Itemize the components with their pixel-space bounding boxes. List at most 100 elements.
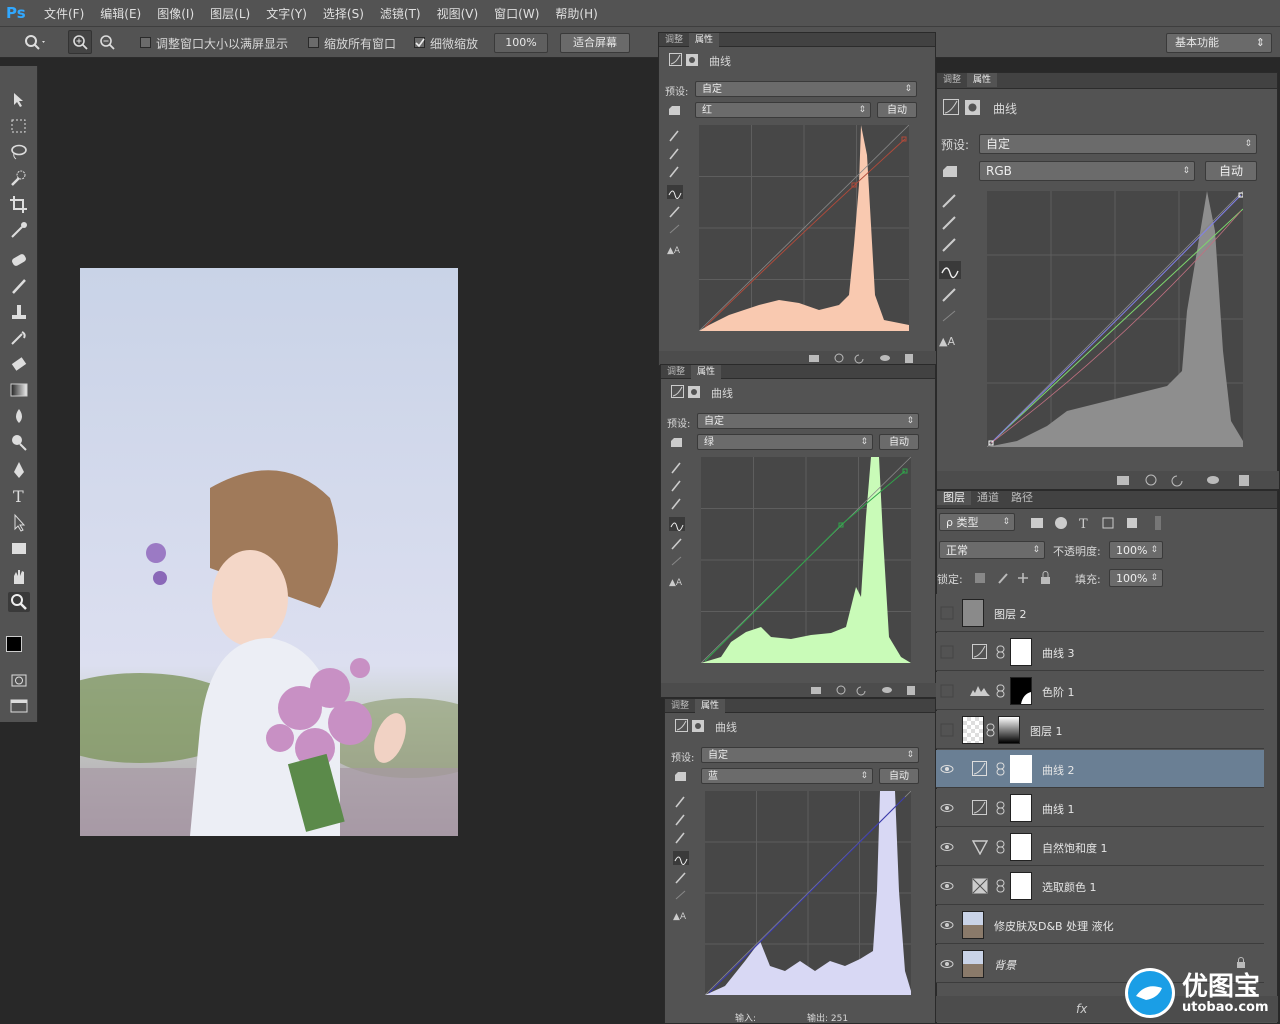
- foreground-color-swatch[interactable]: [6, 636, 22, 652]
- document-canvas[interactable]: [80, 268, 458, 836]
- auto-button[interactable]: 自动: [879, 434, 919, 450]
- eye-icon[interactable]: [940, 801, 954, 815]
- eyedropper-tool-icon[interactable]: [8, 220, 30, 240]
- menu-layer[interactable]: 图层(L): [202, 5, 258, 22]
- tab-properties[interactable]: 属性: [967, 73, 998, 87]
- fit-screen-button[interactable]: 适合屏幕: [560, 33, 630, 53]
- chain-link-icon[interactable]: [996, 840, 1006, 857]
- layer-row[interactable]: 自然饱和度 1: [936, 828, 1264, 866]
- menu-image[interactable]: 图像(I): [149, 5, 202, 22]
- target-adjust-hand-icon[interactable]: [667, 103, 683, 120]
- layer-filter-icons[interactable]: T: [1029, 515, 1169, 534]
- menu-edit[interactable]: 编辑(E): [92, 5, 149, 22]
- layer-style-icon[interactable]: fx: [1076, 1002, 1087, 1016]
- scrubby-zoom-checkbox[interactable]: [414, 37, 425, 48]
- menu-file[interactable]: 文件(F): [36, 5, 92, 22]
- menu-help[interactable]: 帮助(H): [547, 5, 605, 22]
- fill-field[interactable]: 100%: [1109, 569, 1163, 587]
- workspace-select[interactable]: 基本功能 ⇕: [1166, 33, 1272, 53]
- eye-icon[interactable]: [940, 879, 954, 893]
- gradient-tool-icon[interactable]: [8, 380, 30, 400]
- channel-select[interactable]: 红: [695, 102, 871, 118]
- layer-row[interactable]: 图层 1: [936, 711, 1264, 749]
- layer-row[interactable]: 选取颜色 1: [936, 867, 1264, 905]
- channel-select[interactable]: 绿: [697, 434, 873, 450]
- preset-select[interactable]: 自定: [695, 81, 917, 97]
- preset-select[interactable]: 自定: [697, 413, 919, 429]
- curve-graph-blue[interactable]: [704, 790, 912, 996]
- move-tool-icon[interactable]: [8, 90, 30, 110]
- channel-select[interactable]: 蓝: [701, 768, 873, 784]
- chain-link-icon[interactable]: [996, 684, 1006, 701]
- menu-type[interactable]: 文字(Y): [258, 5, 315, 22]
- opacity-field[interactable]: 100%: [1109, 541, 1163, 559]
- chain-link-icon[interactable]: [996, 801, 1006, 818]
- auto-button[interactable]: 自动: [877, 102, 917, 118]
- history-brush-tool-icon[interactable]: [8, 328, 30, 348]
- chain-link-icon[interactable]: [996, 762, 1006, 779]
- blur-tool-icon[interactable]: [8, 406, 30, 426]
- target-adjust-hand-icon[interactable]: [673, 769, 689, 786]
- eraser-tool-icon[interactable]: [8, 354, 30, 374]
- layer-row[interactable]: 图层 2: [936, 594, 1264, 632]
- channel-select[interactable]: RGB: [979, 161, 1195, 181]
- zoom-value-field[interactable]: 100%: [494, 33, 548, 53]
- menu-window[interactable]: 窗口(W): [486, 5, 547, 22]
- zoom-all-checkbox[interactable]: [308, 37, 319, 48]
- zoom-tool-icon[interactable]: [22, 33, 46, 54]
- marquee-tool-icon[interactable]: [8, 116, 30, 136]
- visibility-toggle[interactable]: [940, 645, 954, 659]
- menu-filter[interactable]: 滤镜(T): [372, 5, 429, 22]
- visibility-toggle[interactable]: [940, 684, 954, 698]
- tab-adjustments[interactable]: 调整: [659, 33, 689, 47]
- rectangle-tool-icon[interactable]: [8, 538, 30, 558]
- zoom-out-button[interactable]: [96, 31, 118, 56]
- curve-graph-rgb[interactable]: [986, 190, 1244, 448]
- pen-tool-icon[interactable]: [8, 460, 30, 480]
- lasso-tool-icon[interactable]: [8, 142, 30, 162]
- type-tool-icon[interactable]: T: [8, 486, 30, 506]
- healing-brush-tool-icon[interactable]: [8, 250, 30, 270]
- dodge-tool-icon[interactable]: [8, 432, 30, 452]
- tab-properties[interactable]: 属性: [691, 365, 722, 379]
- quick-selection-tool-icon[interactable]: [8, 168, 30, 188]
- visibility-toggle[interactable]: [940, 723, 954, 737]
- preset-select[interactable]: 自定: [979, 134, 1257, 154]
- zoom-in-button[interactable]: [68, 30, 92, 54]
- screen-mode-icon[interactable]: [8, 696, 30, 716]
- layer-row[interactable]: 色阶 1: [936, 672, 1264, 710]
- curve-graph-red[interactable]: [698, 124, 910, 332]
- layer-row-selected[interactable]: 曲线 2: [936, 750, 1264, 788]
- layer-filter-select[interactable]: ρ 类型: [939, 513, 1015, 531]
- menu-view[interactable]: 视图(V): [429, 5, 487, 22]
- preset-select[interactable]: 自定: [701, 747, 919, 763]
- target-adjust-hand-icon[interactable]: [941, 163, 961, 182]
- chain-link-icon[interactable]: [996, 645, 1006, 662]
- blend-mode-select[interactable]: 正常: [939, 541, 1045, 559]
- chain-link-icon[interactable]: [996, 879, 1006, 896]
- auto-button[interactable]: 自动: [1205, 161, 1257, 181]
- tab-properties[interactable]: 属性: [695, 699, 726, 713]
- tab-adjustments[interactable]: 调整: [661, 365, 691, 379]
- eye-icon[interactable]: [940, 762, 954, 776]
- zoom-tool-icon[interactable]: [8, 592, 30, 612]
- tab-adjustments[interactable]: 调整: [665, 699, 695, 713]
- tab-layers[interactable]: 图层: [937, 491, 971, 505]
- target-adjust-hand-icon[interactable]: [669, 435, 685, 452]
- crop-tool-icon[interactable]: [8, 194, 30, 214]
- lock-icons[interactable]: [973, 571, 1053, 588]
- layer-row[interactable]: 修皮肤及D&B 处理 液化: [936, 906, 1264, 944]
- layer-row[interactable]: 曲线 1: [936, 789, 1264, 827]
- quick-mask-icon[interactable]: [8, 670, 30, 690]
- clone-stamp-tool-icon[interactable]: [8, 302, 30, 322]
- eye-icon[interactable]: [940, 840, 954, 854]
- tab-channels[interactable]: 通道: [971, 491, 1005, 505]
- menu-select[interactable]: 选择(S): [315, 5, 372, 22]
- auto-button[interactable]: 自动: [879, 768, 919, 784]
- path-selection-tool-icon[interactable]: [8, 512, 30, 532]
- layer-row[interactable]: 曲线 3: [936, 633, 1264, 671]
- brush-tool-icon[interactable]: [8, 276, 30, 296]
- tab-paths[interactable]: 路径: [1005, 491, 1039, 505]
- tab-properties[interactable]: 属性: [689, 33, 720, 47]
- resize-windows-checkbox[interactable]: [140, 37, 151, 48]
